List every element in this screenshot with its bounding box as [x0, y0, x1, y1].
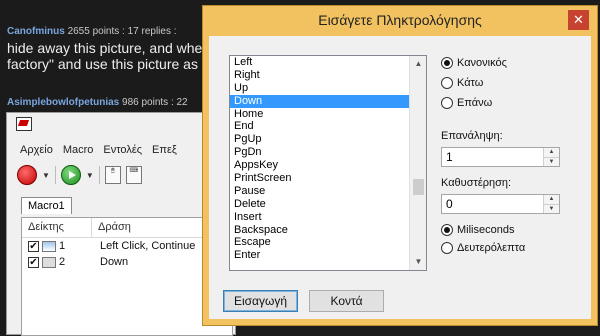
list-item[interactable]: Pause	[230, 185, 426, 198]
radio-icon[interactable]	[441, 242, 453, 254]
toolbar-divider	[98, 166, 100, 184]
list-item[interactable]: Enter	[230, 249, 426, 262]
row-index-cell: ✔ 2	[22, 256, 92, 268]
spin-buttons: ▲ ▼	[543, 148, 559, 166]
menu-bar: Αρχείο Macro Εντολές Επεξ	[7, 144, 235, 162]
app-titlebar	[7, 113, 235, 135]
delay-stepper[interactable]: ▲ ▼	[441, 194, 560, 214]
close-button[interactable]: Κοντά	[309, 290, 384, 312]
mode-down-radio[interactable]: Κάτω	[441, 77, 483, 89]
toolbar: ▼ ▼ 🖱 ⌨	[17, 163, 142, 187]
increment-icon[interactable]: ▲	[544, 148, 559, 157]
table-row[interactable]: ✔ 1 Left Click, Continue	[22, 238, 232, 254]
toolbar-divider	[54, 166, 56, 184]
row-index: 2	[59, 256, 66, 268]
radio-selected-icon[interactable]	[441, 57, 453, 69]
radio-icon[interactable]	[441, 77, 453, 89]
post-username[interactable]: Asimplebowlofpetunias	[7, 97, 119, 108]
close-icon[interactable]: ✕	[568, 10, 589, 30]
delay-input[interactable]	[442, 195, 542, 213]
post-header: Canofminus 2655 points : 17 replies :	[7, 26, 177, 37]
scroll-up-icon[interactable]: ▲	[410, 56, 426, 72]
radio-selected-icon[interactable]	[441, 224, 453, 236]
list-item[interactable]: AppsKey	[230, 159, 426, 172]
row-action: Left Click, Continue	[100, 240, 196, 252]
dialog-content: Left Right Up Down Home End PgUp PgDn Ap…	[209, 36, 591, 319]
increment-icon[interactable]: ▲	[544, 195, 559, 204]
spin-buttons: ▲ ▼	[543, 195, 559, 213]
scroll-down-icon[interactable]: ▼	[410, 254, 426, 270]
step-image-icon	[42, 256, 56, 268]
row-action: Down	[100, 256, 129, 268]
list-item[interactable]: Delete	[230, 198, 426, 211]
post-username[interactable]: Canofminus	[7, 26, 65, 37]
post-meta: 986 points : 22	[122, 97, 188, 108]
step-image-icon	[42, 240, 56, 252]
mode-normal-radio[interactable]: Κανονικός	[441, 57, 507, 69]
decrement-icon[interactable]: ▼	[544, 157, 559, 166]
list-item[interactable]: Up	[230, 82, 426, 95]
radio-label: Επάνω	[457, 97, 493, 109]
decrement-icon[interactable]: ▼	[544, 204, 559, 213]
radio-label: Κάτω	[457, 77, 484, 89]
insert-button[interactable]: Εισαγωγή	[223, 290, 298, 312]
post-header: Asimplebowlofpetunias 986 points : 22	[7, 97, 188, 108]
play-icon[interactable]	[60, 165, 81, 185]
list-item[interactable]: Escape	[230, 236, 426, 249]
radio-label: Miliseconds	[457, 224, 515, 236]
list-item[interactable]: PrintScreen	[230, 172, 426, 185]
post-line: hide away this picture, and whe	[7, 40, 203, 56]
list-header: Δείκτης Δράση	[22, 218, 232, 238]
repeat-label: Επανάληψη:	[441, 130, 503, 142]
key-listbox[interactable]: Left Right Up Down Home End PgUp PgDn Ap…	[229, 55, 427, 271]
scrollbar-thumb[interactable]	[413, 179, 424, 195]
list-item[interactable]: Left	[230, 56, 426, 69]
list-item[interactable]: PgDn	[230, 146, 426, 159]
repeat-input[interactable]	[442, 148, 542, 166]
mode-up-radio[interactable]: Επάνω	[441, 97, 492, 109]
radio-icon[interactable]	[441, 97, 453, 109]
menu-file[interactable]: Αρχείο	[20, 144, 53, 162]
chevron-down-icon[interactable]: ▼	[86, 171, 94, 180]
vertical-scrollbar[interactable]: ▲ ▼	[409, 56, 426, 270]
dialog-title: Εισάγετε Πληκτρολόγησης	[318, 12, 482, 28]
keyboard-icon[interactable]: ⌨	[125, 166, 142, 184]
radio-label: Δευτερόλεπτα	[457, 242, 526, 254]
menu-edit[interactable]: Επεξ	[152, 144, 177, 162]
row-checkbox[interactable]: ✔	[28, 256, 39, 268]
chevron-down-icon[interactable]: ▼	[42, 171, 50, 180]
record-icon[interactable]	[17, 165, 37, 185]
radio-label: Κανονικός	[457, 57, 507, 69]
list-item-selected[interactable]: Down	[230, 94, 426, 108]
row-checkbox[interactable]: ✔	[28, 240, 39, 252]
unit-seconds-radio[interactable]: Δευτερόλεπτα	[441, 242, 525, 254]
column-header-index[interactable]: Δείκτης	[22, 218, 92, 237]
list-item[interactable]: Insert	[230, 211, 426, 224]
app-logo-icon	[16, 117, 32, 131]
list-item[interactable]: Home	[230, 108, 426, 121]
insert-keystroke-dialog: Εισάγετε Πληκτρολόγησης ✕ Left Right Up …	[202, 5, 598, 326]
list-item[interactable]: Backspace	[230, 224, 426, 237]
mouse-icon[interactable]: 🖱	[104, 166, 121, 184]
row-index: 1	[59, 240, 66, 252]
tab-macro1[interactable]: Macro1	[21, 197, 72, 214]
list-item[interactable]: Right	[230, 69, 426, 82]
repeat-stepper[interactable]: ▲ ▼	[441, 147, 560, 167]
list-item[interactable]: PgUp	[230, 133, 426, 146]
row-index-cell: ✔ 1	[22, 240, 92, 252]
list-item[interactable]: End	[230, 120, 426, 133]
post-body: hide away this picture, and whe factory"…	[7, 40, 202, 72]
unit-milliseconds-radio[interactable]: Miliseconds	[441, 224, 514, 236]
column-header-action[interactable]: Δράση	[92, 218, 137, 237]
menu-macro[interactable]: Macro	[63, 144, 94, 162]
delay-label: Καθυστέρηση:	[441, 177, 512, 189]
post-line: factory" and use this picture as	[7, 56, 198, 72]
table-row[interactable]: ✔ 2 Down	[22, 254, 232, 270]
post-meta: 2655 points : 17 replies :	[67, 26, 177, 37]
menu-commands[interactable]: Εντολές	[103, 144, 142, 162]
